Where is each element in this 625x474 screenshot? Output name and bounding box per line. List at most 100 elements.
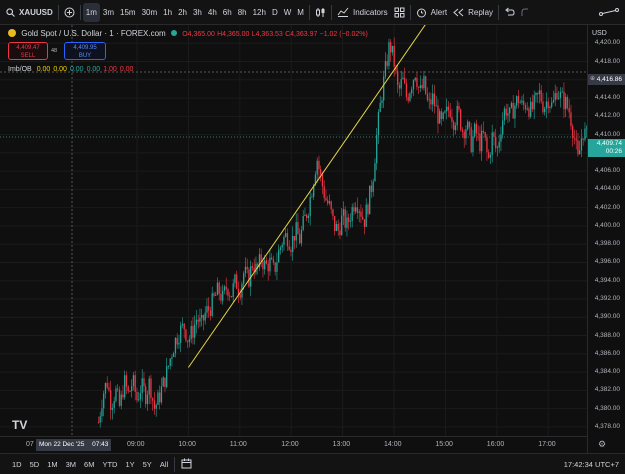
interval-1m[interactable]: 1m (82, 2, 100, 22)
indicator-value: 0.00 (119, 66, 134, 73)
candle-body (528, 108, 530, 117)
redo-icon (521, 8, 529, 16)
candle-body (118, 389, 121, 406)
interval-12h[interactable]: 12h (250, 3, 269, 22)
sell-button[interactable]: 4,409.47 SELL (8, 42, 48, 60)
goto-date-button[interactable] (177, 458, 196, 471)
range-3m[interactable]: 3M (62, 460, 80, 469)
chart-settings-icon[interactable]: ⚙ (598, 439, 606, 450)
candle-body (523, 100, 525, 106)
interval-1h[interactable]: 1h (160, 3, 175, 22)
interval-15m[interactable]: 15m (117, 3, 139, 22)
alert-button[interactable]: Alert (413, 3, 450, 22)
candle-body (519, 102, 521, 104)
candle-body (335, 223, 338, 231)
range-1m[interactable]: 1M (43, 460, 61, 469)
replay-button[interactable]: Replay (450, 3, 496, 22)
candle-body (547, 101, 549, 108)
candle-body (285, 233, 287, 237)
drawing-toolbar-toggle[interactable] (596, 3, 625, 22)
interval-W[interactable]: W (281, 3, 295, 22)
candle-body (370, 185, 373, 192)
candle-body (194, 324, 196, 338)
candle-body (381, 100, 383, 103)
candle-body (199, 317, 201, 322)
candlestick-chart[interactable] (0, 25, 587, 436)
add-alert-icon[interactable]: ⊕ (590, 74, 595, 85)
chart-type-button[interactable] (312, 3, 329, 22)
clock-time[interactable]: 17:42:34 UTC+7 (564, 460, 619, 469)
alarm-clock-icon (416, 8, 426, 17)
candle-body (440, 111, 443, 120)
range-5y[interactable]: 5Y (139, 460, 156, 469)
candle-body (304, 214, 306, 216)
redo-button[interactable] (518, 3, 532, 22)
candle-body (311, 196, 313, 198)
candle-body (297, 222, 299, 235)
candle-body (404, 77, 406, 84)
interval-30m[interactable]: 30m (139, 3, 161, 22)
candle-body (111, 407, 114, 410)
candle-body (292, 235, 294, 252)
layouts-button[interactable] (391, 3, 408, 22)
price-tick-label: 4,392.00 (594, 295, 620, 302)
candle-body (215, 295, 217, 296)
interval-6h[interactable]: 6h (220, 3, 235, 22)
candle-body (274, 262, 276, 272)
candle-body (344, 209, 346, 228)
candle-body (125, 375, 128, 387)
interval-M[interactable]: M (294, 3, 307, 22)
price-tick-label: 4,380.00 (594, 404, 620, 412)
interval-D[interactable]: D (269, 3, 281, 22)
interval-4h[interactable]: 4h (205, 3, 220, 22)
price-scale[interactable]: USD 4,420.004,418.004,416.004,414.004,41… (587, 25, 625, 453)
candle-body (318, 160, 320, 170)
interval-3h[interactable]: 3h (190, 3, 205, 22)
candle-body (416, 77, 418, 87)
ohlc-close: C4,363.97 (285, 31, 318, 38)
candle-body (139, 393, 142, 400)
range-6m[interactable]: 6M (80, 460, 98, 469)
candle-body (321, 174, 324, 187)
candle-body (493, 132, 495, 137)
candle-body (388, 42, 390, 66)
candle-body (570, 112, 572, 127)
candle-body (412, 80, 415, 90)
range-ytd[interactable]: YTD (98, 460, 121, 469)
interval-3m[interactable]: 3m (100, 3, 117, 22)
range-1y[interactable]: 1Y (121, 460, 138, 469)
candle-body (290, 249, 292, 252)
candle-body (568, 107, 570, 113)
indicators-button[interactable]: Indicators (334, 3, 391, 22)
candle-body (489, 155, 492, 158)
crosshair-price: 4,416.86 (596, 76, 622, 83)
candle-body (337, 223, 339, 231)
time-scale[interactable]: 07 Mon 22 Dec '25 07:43 09:00 10:00 11:00 1… (0, 436, 606, 453)
range-5d[interactable]: 5D (26, 460, 44, 469)
indicator-value: 0.00 (36, 66, 51, 73)
symbol-search[interactable]: XAUUSD (0, 3, 56, 22)
candle-body (269, 257, 271, 272)
compare-button[interactable] (61, 3, 78, 22)
buy-button[interactable]: 4,409.95 BUY (64, 42, 106, 60)
indicator-legend[interactable]: Imb/OB 0.00 0.00 0.00 0.00 1.00 0.00 (8, 66, 136, 73)
replay-label: Replay (468, 7, 494, 17)
candle-body (134, 375, 136, 392)
chart-pane[interactable] (0, 25, 587, 453)
price-tick-label: 4,420.00 (594, 39, 620, 47)
interval-2h[interactable]: 2h (175, 3, 190, 22)
candle-body (460, 109, 462, 130)
candle-body (524, 105, 527, 110)
undo-button[interactable] (501, 3, 518, 22)
candle-body (181, 323, 184, 326)
candle-body (449, 110, 451, 117)
range-1d[interactable]: 1D (8, 460, 26, 469)
candle-body (572, 126, 574, 138)
candle-body (299, 234, 301, 244)
range-all[interactable]: All (156, 460, 172, 469)
candle-body (530, 101, 532, 117)
interval-8h[interactable]: 8h (235, 3, 250, 22)
candle-body (122, 394, 124, 398)
candle-body (573, 137, 576, 139)
candle-body (479, 133, 481, 152)
